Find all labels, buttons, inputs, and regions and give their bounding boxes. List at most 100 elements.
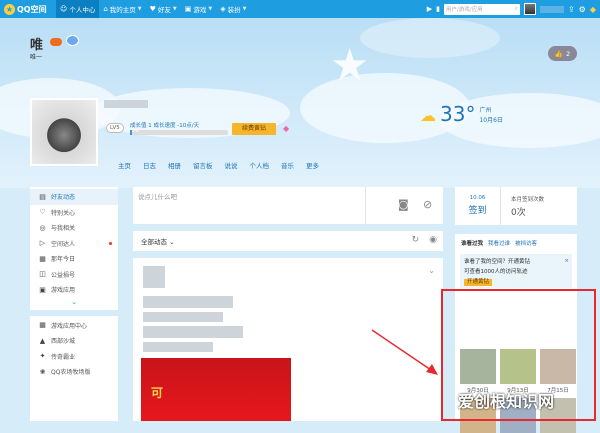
- nav-label: 个人中心: [69, 6, 96, 14]
- level-badge[interactable]: LV5: [106, 123, 124, 133]
- nav-label: 游戏: [193, 6, 207, 14]
- tab-home[interactable]: 主页: [118, 160, 131, 170]
- game-icon: ▣: [184, 5, 192, 13]
- friends-icon: ♥: [149, 5, 156, 13]
- expand-more-button[interactable]: ⌄: [30, 298, 118, 308]
- tab-who-i-visited[interactable]: 我看过谁: [488, 239, 510, 247]
- nav-my-home[interactable]: ⌂ 我的主页 ▼: [99, 0, 145, 18]
- nav-games[interactable]: ▣ 游戏 ▼: [181, 0, 216, 18]
- close-icon[interactable]: ×: [564, 256, 569, 266]
- like-button[interactable]: 👍 2: [548, 46, 577, 61]
- grid-icon: ▦: [39, 321, 46, 330]
- tab-moments[interactable]: 说说: [225, 160, 238, 170]
- tab-more[interactable]: 更多: [306, 160, 319, 170]
- tab-guestbook[interactable]: 留言板: [193, 160, 213, 170]
- app-icon: ▣: [39, 285, 46, 294]
- logo-text: QQ空间: [17, 4, 47, 14]
- chevron-down-icon: ⌄: [71, 297, 77, 306]
- feed-header: 全部动态 ⌄ ↻ ◉: [133, 231, 443, 251]
- feed-filter-label: 全部动态: [141, 238, 167, 246]
- sidebar-item-label: 西部沙城: [51, 338, 76, 346]
- nav-personal-center[interactable]: ☺ 个人中心: [56, 0, 100, 18]
- nav-label: 我的主页: [109, 6, 136, 14]
- profile-name: 唯: [30, 38, 44, 53]
- nav-label: 装扮: [227, 6, 241, 14]
- stats-icon[interactable]: ▮: [436, 5, 440, 13]
- link-icon[interactable]: ⊘: [423, 198, 432, 211]
- search-icon[interactable]: ⌕: [515, 6, 518, 13]
- nav-friends[interactable]: ♥ 好友 ▼: [146, 0, 181, 18]
- nav-label: 好友: [157, 6, 171, 14]
- diamond-icon[interactable]: ◆: [283, 124, 289, 133]
- weather-widget[interactable]: ☁ 33° 广州 10月6日: [420, 102, 503, 126]
- feed-filter-dropdown[interactable]: 全部动态 ⌄: [141, 236, 175, 246]
- castle-icon: ▲: [39, 336, 46, 345]
- sidebar-item-game-apps[interactable]: ▣ 游戏应用: [30, 282, 118, 298]
- gear-icon[interactable]: ⚙: [579, 5, 586, 14]
- weather-city: 广州: [479, 107, 492, 114]
- renew-vip-button[interactable]: 续费黄钻: [232, 123, 276, 135]
- sidebar-item-west-sand-city[interactable]: ▲ 西部沙城: [30, 333, 118, 349]
- tab-album[interactable]: 相册: [168, 160, 181, 170]
- chevron-down-icon: ▼: [137, 6, 142, 12]
- chevron-down-icon: ▼: [208, 6, 213, 12]
- weather-temperature: 33°: [440, 102, 476, 126]
- open-vip-button[interactable]: 开通黄钻: [464, 279, 493, 286]
- top-nav: ☺ 个人中心 ⌂ 我的主页 ▼ ♥ 好友 ▼ ▣ 游戏 ▼ ◈ 装扮 ▼: [56, 0, 251, 18]
- tip-text: 谁看了我的空间？开通黄钻: [464, 259, 531, 265]
- sidebar-item-space-stars[interactable]: ▷ 空间达人: [30, 236, 118, 252]
- sidebar-item-related-to-me[interactable]: ◎ 与我相关: [30, 220, 118, 236]
- tab-profile[interactable]: 个人档: [250, 160, 270, 170]
- sidebar-item-qq-farm[interactable]: ❀ QQ农场牧场版: [30, 364, 118, 380]
- vip-icon[interactable]: ◆: [590, 5, 596, 14]
- settings-circle-icon[interactable]: ◉: [429, 235, 437, 245]
- sidebar-item-label: 游戏应用: [51, 287, 76, 295]
- avatar[interactable]: [523, 3, 536, 15]
- sidebar-item-this-day[interactable]: ▦ 那年今日: [30, 251, 118, 267]
- tab-blocked-visitors[interactable]: 被挡访客: [515, 239, 537, 247]
- sidebar-item-friend-feed[interactable]: ▤ 好友动态: [30, 189, 118, 205]
- bell-icon: ◎: [39, 223, 46, 232]
- left-sidebar: ▤ 好友动态 ♡ 特别关心 ◎ 与我相关 ▷ 空间达人 ▦ 那年今日 ◫ 公益捐号 ▣ 游戏应…: [30, 187, 118, 421]
- chevron-down-icon[interactable]: ⌄: [428, 266, 435, 275]
- post-placeholder: 说点儿什么吧: [138, 193, 177, 201]
- sidebar-item-label: 公益捐号: [51, 271, 76, 279]
- feed-item: ⌄ 可: [133, 258, 443, 421]
- wing-badge-icon: [66, 35, 79, 46]
- partly-cloudy-icon: ☁: [420, 106, 436, 125]
- sidebar-item-label: 游戏应用中心: [51, 322, 88, 330]
- tab-blog[interactable]: 日志: [143, 160, 156, 170]
- tab-who-visited-me[interactable]: 谁看过我: [461, 239, 483, 247]
- search-input[interactable]: 用户/游戏/应用 ⌕: [443, 3, 520, 15]
- sidebar-item-legend[interactable]: ✦ 传奇霸业: [30, 349, 118, 365]
- sidebar-item-game-center[interactable]: ▦ 游戏应用中心: [30, 318, 118, 334]
- flame-badge-icon: [50, 38, 62, 46]
- growth-info[interactable]: 成长值 1 成长速度 -10点/天: [130, 121, 199, 129]
- feed-avatar-blurred: [143, 266, 165, 288]
- growth-percent: 0%: [132, 129, 140, 134]
- refresh-icon[interactable]: ↻: [412, 235, 420, 245]
- feed-image[interactable]: 可: [141, 358, 291, 421]
- sidebar-item-special-care[interactable]: ♡ 特别关心: [30, 205, 118, 221]
- tab-music[interactable]: 音乐: [281, 160, 294, 170]
- profile-avatar[interactable]: [30, 98, 98, 166]
- post-composer[interactable]: 说点儿什么吧 ◙ ⊘: [133, 187, 443, 224]
- sign-date: 10.06: [469, 195, 486, 201]
- feed-icon: ▤: [39, 192, 46, 201]
- camera-icon[interactable]: ◙: [398, 198, 409, 211]
- farm-icon: ❀: [39, 367, 46, 376]
- nav-dressup[interactable]: ◈ 装扮 ▼: [216, 0, 250, 18]
- profile-subtitle: 唯一: [30, 54, 43, 61]
- music-play-icon[interactable]: ▶: [427, 5, 432, 13]
- qzone-logo[interactable]: ★ QQ空间: [0, 3, 56, 15]
- sidebar-item-charity[interactable]: ◫ 公益捐号: [30, 267, 118, 283]
- sidebar-item-label: 空间达人: [51, 240, 76, 248]
- gift-icon: ◫: [39, 270, 46, 279]
- feed-text-blurred: [143, 296, 233, 308]
- notification-dot: [109, 241, 112, 245]
- star-logo-icon: ★: [4, 3, 15, 15]
- share-icon[interactable]: ⇪: [568, 5, 575, 14]
- sign-in-button[interactable]: 签到: [455, 203, 500, 216]
- profile-tabs: 主页 日志 相册 留言板 说说 个人档 音乐 更多: [118, 160, 319, 170]
- feed-text-blurred: [143, 342, 213, 352]
